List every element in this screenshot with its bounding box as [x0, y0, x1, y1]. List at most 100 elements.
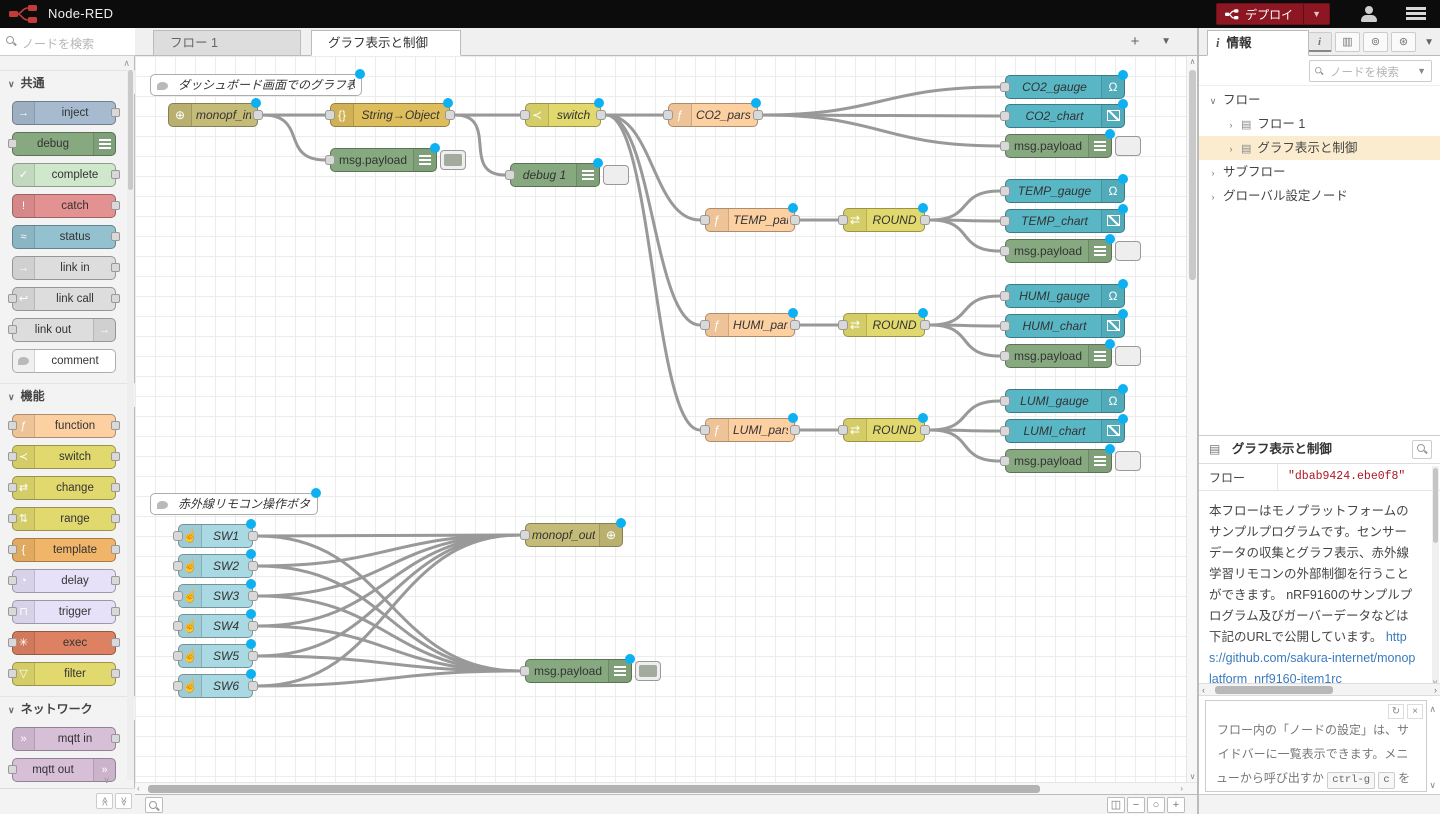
main-menu-icon[interactable]: [1406, 7, 1426, 21]
flow-node-temp-parse[interactable]: ƒTEMP_parse: [705, 208, 795, 232]
palette-node-link-call[interactable]: ↩link call: [12, 287, 116, 311]
input-port[interactable]: [700, 320, 710, 330]
flow-node-monopf-in[interactable]: ⊕monopf_in: [168, 103, 258, 127]
palette-collapse-all-button[interactable]: ≪: [96, 793, 113, 809]
flow-node-temp-gauge[interactable]: ΩTEMP_gauge: [1005, 179, 1125, 203]
flow-node-humi-parse[interactable]: ƒHUMI_parse: [705, 313, 795, 337]
flow-node-round-lumi[interactable]: ⇄ROUND: [843, 418, 925, 442]
flow-node-string-to-object[interactable]: {}String→Object: [330, 103, 450, 127]
palette-node-comment[interactable]: comment: [12, 349, 116, 373]
scroll-up-icon[interactable]: ∧: [1188, 57, 1197, 66]
output-port[interactable]: [248, 621, 258, 631]
debug-toggle-button[interactable]: [1115, 451, 1141, 471]
flow-node-debug-1[interactable]: debug 1: [510, 163, 600, 187]
flow-node-lumi-gauge[interactable]: ΩLUMI_gauge: [1005, 389, 1125, 413]
input-port[interactable]: [173, 651, 183, 661]
comment-node-comment-remote[interactable]: 赤外線リモコン操作ボタン: [150, 493, 318, 515]
palette-node-complete[interactable]: ✓complete: [12, 163, 116, 187]
flow-node-temp-chart[interactable]: TEMP_chart: [1005, 209, 1125, 233]
navigator-button[interactable]: ◫: [1107, 797, 1125, 813]
user-icon[interactable]: [1360, 6, 1378, 22]
scroll-left-icon[interactable]: ‹: [137, 784, 140, 793]
flow-node-sw6[interactable]: ☝SW6: [178, 674, 253, 698]
palette-node-mqtt-out[interactable]: »mqtt out: [12, 758, 116, 782]
canvas-horizontal-scrollbar[interactable]: ‹ ›: [135, 782, 1197, 794]
info-scrollbar[interactable]: [1432, 466, 1439, 686]
input-port[interactable]: [1000, 246, 1010, 256]
flow-node-humi-chart[interactable]: HUMI_chart: [1005, 314, 1125, 338]
output-port[interactable]: [920, 425, 930, 435]
flow-node-round-temp[interactable]: ⇄ROUND: [843, 208, 925, 232]
info-search-button[interactable]: [1412, 440, 1432, 459]
output-port[interactable]: [248, 591, 258, 601]
palette-node-link-out[interactable]: →link out: [12, 318, 116, 342]
scroll-right-icon[interactable]: ›: [1434, 685, 1437, 695]
sidebar-menu-caret[interactable]: ▼: [1424, 37, 1434, 48]
flow-node-sw5[interactable]: ☝SW5: [178, 644, 253, 668]
output-port[interactable]: [920, 320, 930, 330]
input-port[interactable]: [1000, 216, 1010, 226]
search-options-caret[interactable]: ▼: [1417, 66, 1426, 76]
canvas-search-button[interactable]: [145, 797, 163, 813]
debug-toggle-button[interactable]: [1115, 346, 1141, 366]
comment-node-comment-dashboard[interactable]: ダッシュボード画面でのグラフ表示: [150, 74, 362, 96]
tab-flow-1[interactable]: フロー 1: [153, 30, 301, 56]
palette-expand-all-button[interactable]: ≫: [115, 793, 132, 809]
tree-item-フロー[interactable]: ∨フロー: [1199, 88, 1440, 112]
zoom-reset-button[interactable]: ○: [1147, 797, 1165, 813]
debug-toggle-button[interactable]: [440, 150, 466, 170]
output-port[interactable]: [596, 110, 606, 120]
palette-node-inject[interactable]: →inject: [12, 101, 116, 125]
tree-item-サブフロー[interactable]: ›サブフロー: [1199, 160, 1440, 184]
palette-node-range[interactable]: ⇅range: [12, 507, 116, 531]
debug-toggle-button[interactable]: [635, 661, 661, 681]
input-port[interactable]: [520, 110, 530, 120]
input-port[interactable]: [1000, 351, 1010, 361]
chevron-right-icon[interactable]: ›: [1207, 185, 1219, 209]
palette-node-catch[interactable]: !catch: [12, 194, 116, 218]
output-port[interactable]: [248, 531, 258, 541]
flow-node-lumi-parse[interactable]: ƒLUMI_parse: [705, 418, 795, 442]
palette-node-delay[interactable]: ◔delay: [12, 569, 116, 593]
palette-node-link-in[interactable]: →link in: [12, 256, 116, 280]
output-port[interactable]: [920, 215, 930, 225]
flow-node-debug-msg-payload-bottom[interactable]: msg.payload: [525, 659, 632, 683]
flow-node-sw1[interactable]: ☝SW1: [178, 524, 253, 548]
flow-node-co2-gauge[interactable]: ΩCO2_gauge: [1005, 75, 1125, 99]
flow-node-sw4[interactable]: ☝SW4: [178, 614, 253, 638]
tab-graph-control[interactable]: グラフ表示と制御: [311, 30, 461, 56]
input-port[interactable]: [1000, 456, 1010, 466]
deploy-options-caret[interactable]: ▼: [1303, 4, 1329, 24]
zoom-out-button[interactable]: −: [1127, 797, 1145, 813]
canvas-vertical-scrollbar[interactable]: ∧ ∨: [1186, 56, 1197, 782]
sidebar-info-button[interactable]: i: [1307, 32, 1332, 52]
tab-info[interactable]: i情報: [1207, 30, 1309, 56]
debug-toggle-button[interactable]: [1115, 241, 1141, 261]
palette-node-change[interactable]: ⇄change: [12, 476, 116, 500]
input-port[interactable]: [173, 531, 183, 541]
flow-node-co2-chart[interactable]: CO2_chart: [1005, 104, 1125, 128]
palette-node-exec[interactable]: ✳exec: [12, 631, 116, 655]
flow-node-debug-msg-payload-temp[interactable]: msg.payload: [1005, 239, 1112, 263]
palette-node-function[interactable]: ƒfunction: [12, 414, 116, 438]
palette-node-filter[interactable]: ▽filter: [12, 662, 116, 686]
palette-section-共通[interactable]: ∨共通: [0, 70, 135, 94]
input-port[interactable]: [520, 666, 530, 676]
flow-node-sw2[interactable]: ☝SW2: [178, 554, 253, 578]
input-port[interactable]: [173, 591, 183, 601]
input-port[interactable]: [700, 425, 710, 435]
sidebar-help-button[interactable]: ▥: [1335, 32, 1360, 52]
input-port[interactable]: [1000, 141, 1010, 151]
scroll-left-icon[interactable]: ‹: [1202, 685, 1205, 695]
flow-node-co2-parse[interactable]: ƒCO2_parse: [668, 103, 758, 127]
input-port[interactable]: [838, 425, 848, 435]
flow-node-debug-msg-payload-top[interactable]: msg.payload: [330, 148, 437, 172]
input-port[interactable]: [1000, 186, 1010, 196]
palette-node-status[interactable]: ≈status: [12, 225, 116, 249]
output-port[interactable]: [248, 681, 258, 691]
chevron-down-icon[interactable]: ∨: [1207, 89, 1219, 113]
output-port[interactable]: [753, 110, 763, 120]
palette-node-trigger[interactable]: ⊓trigger: [12, 600, 116, 624]
input-port[interactable]: [838, 215, 848, 225]
palette-node-debug[interactable]: debug: [12, 132, 116, 156]
